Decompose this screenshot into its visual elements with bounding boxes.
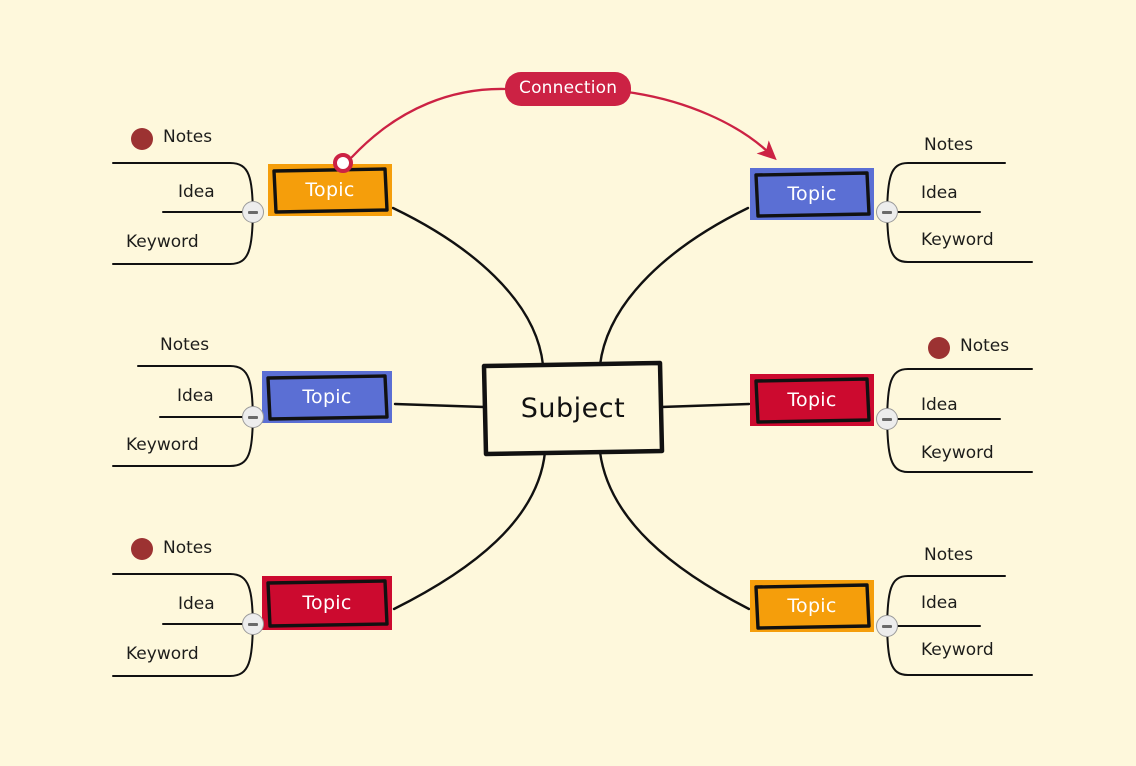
topic-node-middle-right[interactable]: Topic [750, 374, 874, 426]
mindmap-canvas[interactable]: Subject Topic Topic Topic Topic Topic To… [0, 0, 1136, 766]
sub-label-notes: Notes [163, 538, 213, 558]
minus-icon [882, 417, 892, 421]
topic-node-bottom-right[interactable]: Topic [750, 580, 874, 632]
subbranch-group-bottom-right: Notes Idea Keyword [880, 530, 1040, 680]
collapse-button-bottom-left[interactable] [242, 613, 264, 635]
notes-bullet-icon [131, 128, 153, 150]
topic-node-middle-left[interactable]: Topic [262, 371, 392, 423]
sub-label-keyword: Keyword [921, 230, 994, 250]
topic-label: Topic [787, 183, 837, 205]
subject-node[interactable]: Subject [484, 363, 662, 454]
collapse-button-top-right[interactable] [876, 201, 898, 223]
minus-icon [882, 210, 892, 214]
topic-label: Topic [305, 179, 355, 201]
sub-label-idea: Idea [178, 594, 215, 614]
minus-icon [248, 210, 258, 214]
sub-label-keyword: Keyword [126, 644, 199, 664]
topic-label: Topic [787, 595, 837, 617]
connection-anchor-handle[interactable] [333, 153, 353, 173]
subbranch-group-top-right: Notes Idea Keyword [880, 120, 1040, 270]
sub-label-idea: Idea [178, 182, 215, 202]
notes-bullet-icon [131, 538, 153, 560]
collapse-button-middle-right[interactable] [876, 408, 898, 430]
subbranch-group-middle-left: Notes Idea Keyword [110, 325, 270, 475]
sub-label-notes: Notes [960, 336, 1010, 356]
collapse-button-bottom-right[interactable] [876, 615, 898, 637]
topic-label: Topic [302, 386, 352, 408]
notes-bullet-icon [928, 337, 950, 359]
sub-label-keyword: Keyword [921, 443, 994, 463]
sub-label-notes: Notes [163, 127, 213, 147]
topic-node-top-left[interactable]: Topic [268, 164, 392, 216]
subbranch-group-middle-right: Notes Idea Keyword [880, 325, 1040, 475]
sub-label-notes: Notes [924, 135, 974, 155]
subbranch-group-bottom-left: Notes Idea Keyword [110, 530, 270, 680]
sub-label-keyword: Keyword [921, 640, 994, 660]
topic-label: Topic [787, 389, 837, 411]
minus-icon [248, 415, 258, 419]
minus-icon [248, 622, 258, 626]
sub-label-notes: Notes [160, 335, 210, 355]
topic-node-bottom-left[interactable]: Topic [262, 576, 392, 630]
sub-label-keyword: Keyword [126, 435, 199, 455]
sub-label-keyword: Keyword [126, 232, 199, 252]
connection-label: Connection [519, 78, 618, 98]
subbranch-group-top-left: Notes Idea Keyword [110, 120, 270, 270]
sub-label-idea: Idea [921, 183, 958, 203]
sub-label-idea: Idea [921, 593, 958, 613]
collapse-button-top-left[interactable] [242, 201, 264, 223]
connection-label-pill[interactable]: Connection [505, 72, 632, 106]
sub-label-notes: Notes [924, 545, 974, 565]
topic-node-top-right[interactable]: Topic [750, 168, 874, 220]
collapse-button-middle-left[interactable] [242, 406, 264, 428]
topic-label: Topic [302, 592, 352, 614]
sub-label-idea: Idea [177, 386, 214, 406]
minus-icon [882, 624, 892, 628]
subject-label: Subject [520, 393, 626, 424]
sub-label-idea: Idea [921, 395, 958, 415]
